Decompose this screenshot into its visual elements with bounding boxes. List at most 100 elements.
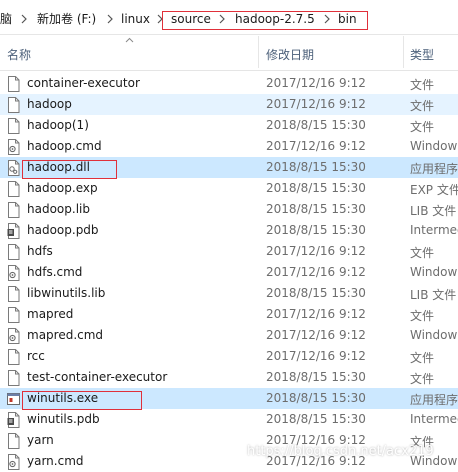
file-modified: 2018/8/15 15:30 bbox=[266, 370, 366, 384]
dll-file-icon bbox=[7, 160, 20, 176]
file-row[interactable]: hadoop.exp 2018/8/15 15:30 EXP 文件 bbox=[0, 178, 458, 199]
column-divider[interactable] bbox=[258, 36, 259, 68]
address-highlight-box bbox=[162, 11, 368, 30]
breadcrumb-linux[interactable]: linux bbox=[121, 11, 150, 27]
file-name: test-container-executor bbox=[27, 370, 168, 384]
file-type: 应用程序 bbox=[410, 393, 458, 407]
file-row[interactable]: hdfs 2017/12/16 9:12 文件 bbox=[0, 241, 458, 262]
file-type: LIB 文件 bbox=[410, 288, 457, 302]
watermark: https://blog.csdn.net/acx219 bbox=[247, 444, 434, 459]
file-type: Window bbox=[410, 139, 458, 153]
breadcrumb-drive[interactable]: 新加卷 (F:) bbox=[37, 11, 96, 27]
file-modified: 2017/12/16 9:12 bbox=[266, 97, 366, 111]
file-name: hdfs.cmd bbox=[27, 265, 83, 279]
file-row[interactable]: hadoop.pdb 2018/8/15 15:30 Intermed bbox=[0, 220, 458, 241]
file-name: mapred bbox=[27, 307, 74, 321]
file-icon bbox=[7, 307, 20, 323]
file-type: Window bbox=[410, 265, 458, 279]
file-row[interactable]: container-executor 2017/12/16 9:12 文件 bbox=[0, 73, 458, 94]
hadoop-dll-highlight-box bbox=[22, 160, 117, 179]
file-type: Intermed bbox=[410, 412, 458, 426]
file-icon bbox=[7, 244, 20, 260]
file-row[interactable]: hadoop.lib 2018/8/15 15:30 LIB 文件 bbox=[0, 199, 458, 220]
file-name: hadoop(1) bbox=[27, 118, 89, 132]
cmd-file-icon bbox=[7, 265, 20, 281]
file-name: yarn.cmd bbox=[27, 454, 84, 468]
file-row[interactable]: test-container-executor 2018/8/15 15:30 … bbox=[0, 367, 458, 388]
file-name: mapred.cmd bbox=[27, 328, 104, 342]
file-modified: 2018/8/15 15:30 bbox=[266, 223, 366, 237]
column-header-name[interactable]: 名称 bbox=[7, 46, 31, 63]
file-row[interactable]: rcc 2017/12/16 9:12 文件 bbox=[0, 346, 458, 367]
file-modified: 2017/12/16 9:12 bbox=[266, 76, 366, 90]
column-divider[interactable] bbox=[403, 36, 404, 68]
breadcrumb-this-pc[interactable]: 脑 bbox=[0, 11, 12, 27]
file-modified: 2018/8/15 15:30 bbox=[266, 181, 366, 195]
file-name: container-executor bbox=[27, 76, 140, 90]
file-row[interactable]: hadoop.cmd 2017/12/16 9:12 Window bbox=[0, 136, 458, 157]
file-icon bbox=[7, 286, 20, 302]
file-type: 文件 bbox=[410, 99, 435, 113]
file-row[interactable]: hadoop 2017/12/16 9:12 文件 bbox=[0, 94, 458, 115]
file-modified: 2018/8/15 15:30 bbox=[266, 286, 366, 300]
breadcrumb-chevron-icon[interactable] bbox=[20, 13, 28, 25]
file-row[interactable]: winutils.pdb 2018/8/15 15:30 Intermed bbox=[0, 409, 458, 430]
file-modified: 2018/8/15 15:30 bbox=[266, 391, 366, 405]
file-name: hadoop.pdb bbox=[27, 223, 99, 237]
file-modified: 2017/12/16 9:12 bbox=[266, 244, 366, 258]
file-icon bbox=[7, 181, 20, 197]
breadcrumb-chevron-icon[interactable] bbox=[106, 13, 114, 25]
file-type: 文件 bbox=[410, 372, 435, 386]
file-type: Intermed bbox=[410, 223, 458, 237]
file-name: hadoop.exp bbox=[27, 181, 98, 195]
file-row[interactable]: hdfs.cmd 2017/12/16 9:12 Window bbox=[0, 262, 458, 283]
file-icon bbox=[7, 97, 20, 113]
file-type: EXP 文件 bbox=[410, 183, 458, 197]
file-modified: 2018/8/15 15:30 bbox=[266, 118, 366, 132]
cmd-file-icon bbox=[7, 454, 20, 470]
file-name: libwinutils.lib bbox=[27, 286, 106, 300]
file-row[interactable]: libwinutils.lib 2018/8/15 15:30 LIB 文件 bbox=[0, 283, 458, 304]
address-bar[interactable]: 脑 新加卷 (F:) linux source hadoop-2.7.5 bin bbox=[0, 0, 458, 35]
cmd-file-icon bbox=[7, 328, 20, 344]
file-name: hadoop bbox=[27, 97, 72, 111]
pdb-file-icon bbox=[7, 223, 20, 239]
file-icon bbox=[7, 370, 20, 386]
winutils-exe-highlight-box bbox=[22, 391, 142, 410]
file-name: yarn bbox=[27, 433, 54, 447]
file-name: winutils.pdb bbox=[27, 412, 100, 426]
file-row[interactable]: mapred.cmd 2017/12/16 9:12 Window bbox=[0, 325, 458, 346]
cmd-file-icon bbox=[7, 139, 20, 155]
file-type: Window bbox=[410, 328, 458, 342]
column-header-row: 名称 修改日期 类型 bbox=[0, 34, 458, 71]
file-type: 文件 bbox=[410, 351, 435, 365]
file-icon bbox=[7, 76, 20, 92]
file-modified: 2018/8/15 15:30 bbox=[266, 412, 366, 426]
file-modified: 2017/12/16 9:12 bbox=[266, 139, 366, 153]
file-modified: 2018/8/15 15:30 bbox=[266, 202, 366, 216]
file-icon bbox=[7, 433, 20, 449]
file-icon bbox=[7, 202, 20, 218]
file-name: hadoop.lib bbox=[27, 202, 90, 216]
file-type: LIB 文件 bbox=[410, 204, 457, 218]
file-icon bbox=[7, 349, 20, 365]
file-modified: 2018/8/15 15:30 bbox=[266, 160, 366, 174]
column-header-type[interactable]: 类型 bbox=[410, 46, 434, 63]
exe-file-icon bbox=[7, 391, 20, 407]
column-header-modified[interactable]: 修改日期 bbox=[266, 46, 314, 63]
file-modified: 2017/12/16 9:12 bbox=[266, 328, 366, 342]
file-name: rcc bbox=[27, 349, 45, 363]
file-name: hadoop.cmd bbox=[27, 139, 102, 153]
file-modified: 2017/12/16 9:12 bbox=[266, 265, 366, 279]
file-type: 文件 bbox=[410, 309, 435, 323]
file-type: 应用程序 bbox=[410, 162, 458, 176]
file-row[interactable]: mapred 2017/12/16 9:12 文件 bbox=[0, 304, 458, 325]
file-type: 文件 bbox=[410, 246, 435, 260]
file-modified: 2017/12/16 9:12 bbox=[266, 307, 366, 321]
file-icon bbox=[7, 118, 20, 134]
file-modified: 2017/12/16 9:12 bbox=[266, 349, 366, 363]
file-type: 文件 bbox=[410, 78, 435, 92]
file-name: hdfs bbox=[27, 244, 53, 258]
file-row[interactable]: hadoop(1) 2018/8/15 15:30 文件 bbox=[0, 115, 458, 136]
pdb-file-icon bbox=[7, 412, 20, 428]
